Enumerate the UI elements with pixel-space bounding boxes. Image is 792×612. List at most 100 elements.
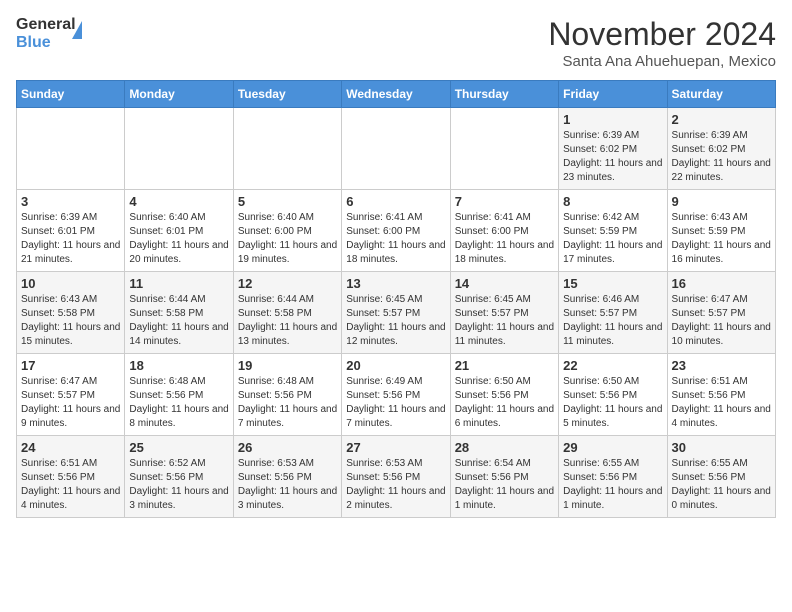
day-cell: 8Sunrise: 6:42 AM Sunset: 5:59 PM Daylig… (559, 190, 667, 272)
day-cell: 23 Sunrise: 6:51 AM Sunset: 5:56 PM Dayli… (667, 354, 775, 436)
day-info: Sunrise: 6:40 AM Sunset: 6:01 PM Dayligh… (129, 211, 228, 267)
day-cell: 1 Sunrise: 6:39 AM Sunset: 6:02 PM Daylig… (559, 108, 667, 190)
day-info: Sunrise: 6:55 AM Sunset: 5:56 PM Dayligh… (563, 457, 662, 513)
week-row-4: 17 Sunrise: 6:47 AM Sunset: 5:57 PM Dayli… (17, 354, 776, 436)
day-number: 14 (455, 276, 554, 291)
day-header-monday: Monday (125, 81, 233, 108)
day-cell: 7Sunrise: 6:41 AM Sunset: 6:00 PM Daylig… (450, 190, 558, 272)
day-cell: 4 Sunrise: 6:40 AM Sunset: 6:01 PM Daylig… (125, 190, 233, 272)
day-cell: 30Sunrise: 6:55 AM Sunset: 5:56 PM Dayli… (667, 436, 775, 518)
day-cell: 5 Sunrise: 6:40 AM Sunset: 6:00 PM Daylig… (233, 190, 341, 272)
logo: GeneralBlue (16, 16, 82, 52)
day-info: Sunrise: 6:41 AM Sunset: 6:00 PM Dayligh… (346, 211, 445, 267)
day-cell: 24 Sunrise: 6:51 AM Sunset: 5:56 PM Dayli… (17, 436, 125, 518)
day-info: Sunrise: 6:51 AM Sunset: 5:56 PM Dayligh… (21, 457, 120, 513)
day-number: 26 (238, 440, 337, 455)
day-number: 6 (346, 194, 445, 209)
day-info: Sunrise: 6:52 AM Sunset: 5:56 PM Dayligh… (129, 457, 228, 513)
day-cell: 16 Sunrise: 6:47 AM Sunset: 5:57 PM Dayli… (667, 272, 775, 354)
page-header: GeneralBlue November 2024 Santa Ana Ahue… (16, 16, 776, 70)
day-info: Sunrise: 6:40 AM Sunset: 6:00 PM Dayligh… (238, 211, 337, 267)
day-cell: 27Sunrise: 6:53 AM Sunset: 5:56 PM Dayli… (342, 436, 450, 518)
day-number: 13 (346, 276, 445, 291)
day-cell (17, 108, 125, 190)
day-info: Sunrise: 6:45 AM Sunset: 5:57 PM Dayligh… (346, 293, 445, 349)
day-number: 3 (21, 194, 120, 209)
day-info: Sunrise: 6:42 AM Sunset: 5:59 PM Dayligh… (563, 211, 662, 267)
day-cell: 2 Sunrise: 6:39 AM Sunset: 6:02 PM Daylig… (667, 108, 775, 190)
day-info: Sunrise: 6:54 AM Sunset: 5:56 PM Dayligh… (455, 457, 554, 513)
day-cell: 19 Sunrise: 6:48 AM Sunset: 5:56 PM Dayli… (233, 354, 341, 436)
day-info: Sunrise: 6:48 AM Sunset: 5:56 PM Dayligh… (129, 375, 228, 431)
day-info: Sunrise: 6:50 AM Sunset: 5:56 PM Dayligh… (455, 375, 554, 431)
day-header-thursday: Thursday (450, 81, 558, 108)
title-block: November 2024 Santa Ana Ahuehuepan, Mexi… (548, 16, 776, 70)
day-number: 24 (21, 440, 120, 455)
calendar: SundayMondayTuesdayWednesdayThursdayFrid… (16, 80, 776, 518)
day-info: Sunrise: 6:51 AM Sunset: 5:56 PM Dayligh… (672, 375, 771, 431)
week-row-2: 3 Sunrise: 6:39 AM Sunset: 6:01 PM Daylig… (17, 190, 776, 272)
day-number: 19 (238, 358, 337, 373)
day-cell: 21 Sunrise: 6:50 AM Sunset: 5:56 PM Dayli… (450, 354, 558, 436)
day-info: Sunrise: 6:44 AM Sunset: 5:58 PM Dayligh… (129, 293, 228, 349)
month-title: November 2024 (548, 16, 776, 53)
day-number: 25 (129, 440, 228, 455)
day-cell: 25 Sunrise: 6:52 AM Sunset: 5:56 PM Dayli… (125, 436, 233, 518)
location: Santa Ana Ahuehuepan, Mexico (548, 53, 776, 70)
day-cell: 11 Sunrise: 6:44 AM Sunset: 5:58 PM Dayli… (125, 272, 233, 354)
day-cell: 29 Sunrise: 6:55 AM Sunset: 5:56 PM Dayli… (559, 436, 667, 518)
day-info: Sunrise: 6:39 AM Sunset: 6:02 PM Dayligh… (672, 129, 771, 185)
day-number: 29 (563, 440, 662, 455)
day-header-wednesday: Wednesday (342, 81, 450, 108)
day-cell: 3 Sunrise: 6:39 AM Sunset: 6:01 PM Daylig… (17, 190, 125, 272)
week-row-3: 10Sunrise: 6:43 AM Sunset: 5:58 PM Dayli… (17, 272, 776, 354)
day-header-sunday: Sunday (17, 81, 125, 108)
day-cell: 13 Sunrise: 6:45 AM Sunset: 5:57 PM Dayli… (342, 272, 450, 354)
day-header-friday: Friday (559, 81, 667, 108)
day-number: 28 (455, 440, 554, 455)
day-info: Sunrise: 6:47 AM Sunset: 5:57 PM Dayligh… (672, 293, 771, 349)
day-number: 21 (455, 358, 554, 373)
day-number: 4 (129, 194, 228, 209)
day-number: 11 (129, 276, 228, 291)
day-cell (342, 108, 450, 190)
day-cell (450, 108, 558, 190)
day-number: 18 (129, 358, 228, 373)
day-number: 20 (346, 358, 445, 373)
day-info: Sunrise: 6:39 AM Sunset: 6:01 PM Dayligh… (21, 211, 120, 267)
day-number: 23 (672, 358, 771, 373)
day-info: Sunrise: 6:47 AM Sunset: 5:57 PM Dayligh… (21, 375, 120, 431)
day-number: 1 (563, 112, 662, 127)
day-info: Sunrise: 6:45 AM Sunset: 5:57 PM Dayligh… (455, 293, 554, 349)
day-cell: 15Sunrise: 6:46 AM Sunset: 5:57 PM Dayli… (559, 272, 667, 354)
day-info: Sunrise: 6:39 AM Sunset: 6:02 PM Dayligh… (563, 129, 662, 185)
day-number: 2 (672, 112, 771, 127)
day-cell: 17 Sunrise: 6:47 AM Sunset: 5:57 PM Dayli… (17, 354, 125, 436)
day-cell: 18 Sunrise: 6:48 AM Sunset: 5:56 PM Dayli… (125, 354, 233, 436)
day-number: 10 (21, 276, 120, 291)
day-cell: 9 Sunrise: 6:43 AM Sunset: 5:59 PM Daylig… (667, 190, 775, 272)
day-number: 12 (238, 276, 337, 291)
day-number: 17 (21, 358, 120, 373)
week-row-5: 24 Sunrise: 6:51 AM Sunset: 5:56 PM Dayli… (17, 436, 776, 518)
day-cell: 20Sunrise: 6:49 AM Sunset: 5:56 PM Dayli… (342, 354, 450, 436)
day-cell (233, 108, 341, 190)
day-number: 16 (672, 276, 771, 291)
day-cell: 26Sunrise: 6:53 AM Sunset: 5:56 PM Dayli… (233, 436, 341, 518)
day-number: 9 (672, 194, 771, 209)
day-number: 5 (238, 194, 337, 209)
day-info: Sunrise: 6:44 AM Sunset: 5:58 PM Dayligh… (238, 293, 337, 349)
day-info: Sunrise: 6:43 AM Sunset: 5:59 PM Dayligh… (672, 211, 771, 267)
calendar-header: SundayMondayTuesdayWednesdayThursdayFrid… (17, 81, 776, 108)
day-cell: 12 Sunrise: 6:44 AM Sunset: 5:58 PM Dayli… (233, 272, 341, 354)
day-cell: 22 Sunrise: 6:50 AM Sunset: 5:56 PM Dayli… (559, 354, 667, 436)
day-number: 7 (455, 194, 554, 209)
day-info: Sunrise: 6:46 AM Sunset: 5:57 PM Dayligh… (563, 293, 662, 349)
day-number: 22 (563, 358, 662, 373)
day-info: Sunrise: 6:50 AM Sunset: 5:56 PM Dayligh… (563, 375, 662, 431)
day-cell (125, 108, 233, 190)
day-cell: 28 Sunrise: 6:54 AM Sunset: 5:56 PM Dayli… (450, 436, 558, 518)
day-info: Sunrise: 6:48 AM Sunset: 5:56 PM Dayligh… (238, 375, 337, 431)
day-cell: 14 Sunrise: 6:45 AM Sunset: 5:57 PM Dayli… (450, 272, 558, 354)
day-number: 30 (672, 440, 771, 455)
